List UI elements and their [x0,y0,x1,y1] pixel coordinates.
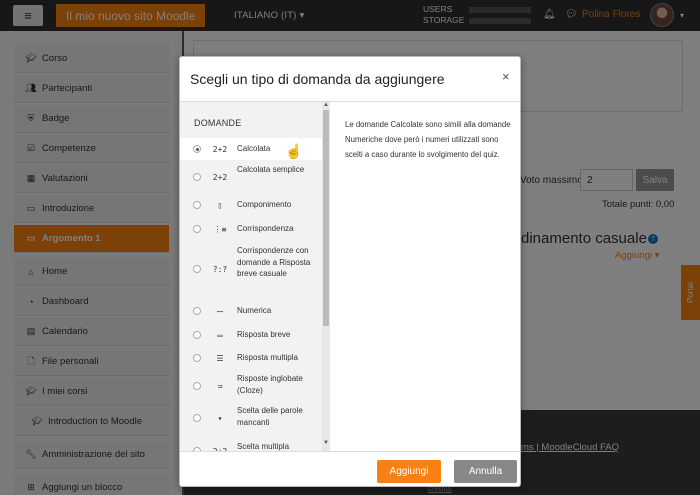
matching-icon: ⋮≡ [213,224,227,234]
gapselect-icon: ▾ [217,413,223,423]
option-corrispondenze-casuale[interactable]: ?:? Corrispondenze con domande a Rispost… [180,245,322,293]
add-button[interactable]: Aggiungi [377,460,441,483]
option-label: Risposte inglobate (Cloze) [237,374,303,395]
divider [180,451,520,452]
radio-button[interactable] [193,307,201,315]
radio-button[interactable] [193,225,201,233]
option-numerica[interactable]: ᅲ Numerica [180,302,322,320]
option-corrispondenza[interactable]: ⋮≡ Corrispondenza [180,220,322,238]
option-parole-mancanti[interactable]: ▾ Scelta delle parole mancanti [180,405,322,431]
numerical-icon: ᅲ [216,306,224,316]
option-componimento[interactable]: ▯ Componimento [180,196,322,214]
option-calcolata-semplice[interactable]: 2+2 Calcolata semplice [180,164,322,190]
essay-icon: ▯ [217,200,223,210]
calculated-simple-icon: 2+2 [212,172,228,182]
section-header: DOMANDE [194,118,242,128]
question-type-description: Le domande Calcolate sono simili alla do… [345,120,511,159]
option-label: Numerica [237,306,272,315]
question-type-dialog: Scegli un tipo di domanda da aggiungere … [179,56,521,487]
radio-button[interactable] [193,265,201,273]
radio-button[interactable] [193,414,201,422]
option-risposta-multipla[interactable]: ☰ Risposta multipla [180,349,322,367]
option-label: Scelta delle parole mancanti [237,406,303,427]
option-label: Calcolata semplice [237,165,305,174]
option-risposta-breve[interactable]: ▭ Risposta breve [180,326,322,344]
option-label: Corrispondenza [237,224,294,233]
option-label: Calcolata [237,144,271,153]
radio-button[interactable] [193,382,201,390]
radio-button[interactable] [193,354,201,362]
radio-button[interactable] [193,331,201,339]
radio-button[interactable] [193,201,201,209]
option-cloze[interactable]: ≕ Risposte inglobate (Cloze) [180,373,322,399]
close-icon[interactable]: × [502,69,510,84]
short-answer-icon: ▭ [217,330,223,340]
radio-button[interactable] [193,173,201,181]
question-type-list: DOMANDE 2+2 Calcolata 2+2 Calcolata semp… [180,102,330,451]
scroll-up-icon[interactable]: ▲ [323,102,329,108]
hand-pointer-icon: ☝ [285,143,303,159]
scroll-down-icon[interactable]: ▼ [323,440,329,446]
option-label: Risposta multipla [237,353,298,362]
random-matching-icon: ?:? [212,264,228,274]
scrollbar-thumb[interactable] [323,110,329,326]
option-scelta-multipla[interactable]: 2+2 Scelta multipla [180,438,322,451]
option-label: Corrispondenze con domande a Risposta br… [237,246,311,278]
option-label: Risposta breve [237,330,291,339]
radio-button[interactable] [193,145,201,153]
cloze-icon: ≕ [217,381,223,391]
option-label: Componimento [237,200,292,209]
dialog-title: Scegli un tipo di domanda da aggiungere [190,71,445,87]
calculated-icon: 2+2 [212,144,228,154]
multichoice-icon: ☰ [216,353,224,363]
option-label: Scelta multipla [237,442,290,451]
cancel-button[interactable]: Annulla [454,460,517,483]
